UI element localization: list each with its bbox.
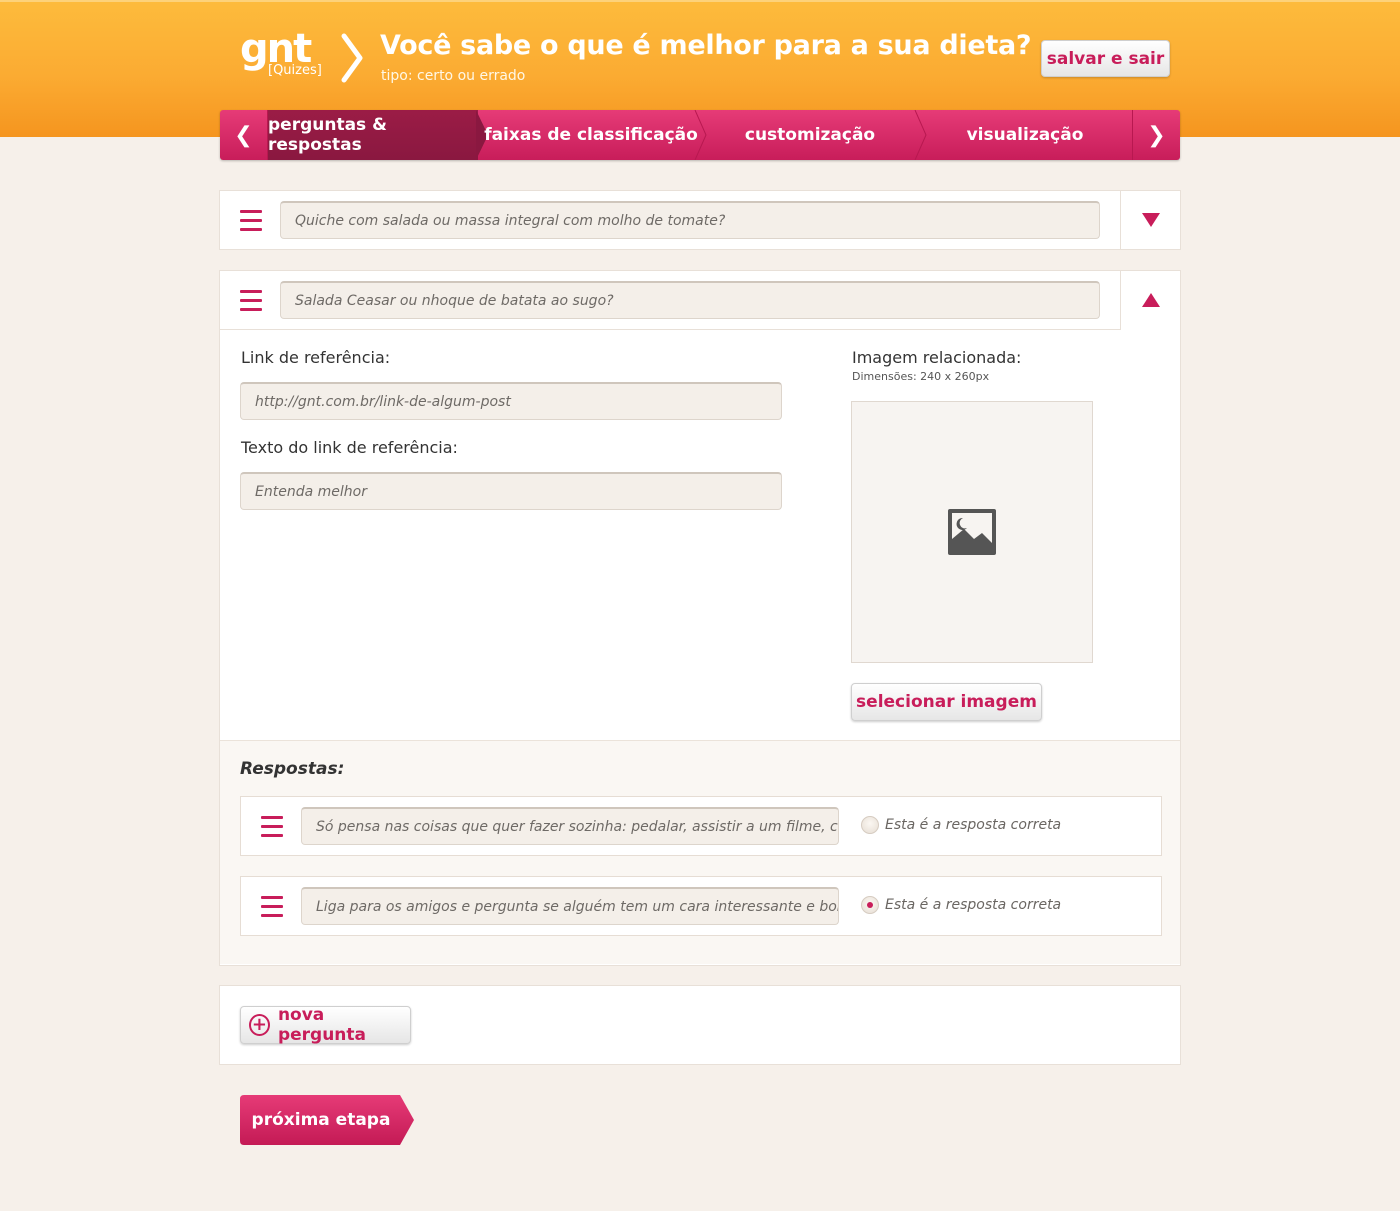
new-question-card: + nova pergunta <box>219 985 1181 1065</box>
radio-button-checked[interactable] <box>861 896 879 914</box>
answers-section: Respostas: Só pensa nas coisas que quer … <box>220 740 1180 964</box>
new-question-button[interactable]: + nova pergunta <box>240 1005 411 1045</box>
tab-label: visualização <box>966 125 1084 145</box>
image-icon <box>948 509 996 555</box>
tab-label: perguntas & respostas <box>268 115 387 155</box>
correct-answer-radio[interactable]: Esta é a resposta correta <box>861 816 1061 834</box>
save-and-exit-button[interactable]: salvar e sair <box>1041 40 1170 77</box>
answer-input[interactable]: Liga para os amigos e pergunta se alguém… <box>301 887 839 925</box>
tab-label: customização <box>744 125 876 145</box>
question-card: Quiche com salada ou massa integral com … <box>219 190 1181 250</box>
answer-input[interactable]: Só pensa nas coisas que quer fazer sozin… <box>301 807 839 845</box>
gnt-logo[interactable]: gnt [Quizes] <box>240 26 322 78</box>
reference-link-input[interactable]: http://gnt.com.br/link-de-algum-post <box>240 382 782 420</box>
tab-customizacao[interactable]: customização <box>700 110 920 160</box>
chevron-left-icon[interactable]: ❮ <box>220 110 268 160</box>
radio-button[interactable] <box>861 816 879 834</box>
tab-label: faixas de classificação <box>484 125 698 145</box>
triangle-down-icon <box>1141 213 1160 227</box>
logo-subtitle: [Quizes] <box>268 63 322 78</box>
drag-handle-icon[interactable] <box>240 210 262 232</box>
answers-heading: Respostas: <box>240 759 345 779</box>
radio-label: Esta é a resposta correta <box>885 897 1062 913</box>
answer-row: Liga para os amigos e pergunta se alguém… <box>240 876 1162 936</box>
next-step-button[interactable]: próxima etapa <box>240 1095 414 1145</box>
quiz-title: Você sabe o que é melhor para a sua diet… <box>380 30 1032 61</box>
question-card-expanded: Salada Ceasar ou nhoque de batata ao sug… <box>219 270 1181 966</box>
new-question-label: nova pergunta <box>277 1005 366 1045</box>
tab-perguntas-respostas[interactable]: perguntas & respostas <box>268 110 478 160</box>
reference-link-label: Link de referência: <box>241 348 391 367</box>
drag-handle-icon[interactable] <box>240 290 262 312</box>
triangle-up-icon <box>1141 293 1160 307</box>
drag-handle-icon[interactable] <box>261 896 283 918</box>
divider <box>220 329 1121 330</box>
chevron-right-icon <box>341 33 363 83</box>
related-image-label: Imagem relacionada: <box>852 348 1022 367</box>
select-image-button[interactable]: selecionar imagem <box>851 683 1042 721</box>
expand-button[interactable] <box>1120 191 1180 249</box>
logo-text: gnt <box>240 26 312 72</box>
chevron-right-icon[interactable]: ❯ <box>1132 110 1180 160</box>
answer-row: Só pensa nas coisas que quer fazer sozin… <box>240 796 1162 856</box>
drag-handle-icon[interactable] <box>261 816 283 838</box>
reference-link-text-input[interactable]: Entenda melhor <box>240 472 782 510</box>
tab-faixas-classificacao[interactable]: faixas de classificação <box>484 110 698 160</box>
question-input[interactable]: Quiche com salada ou massa integral com … <box>280 201 1100 239</box>
plus-circle-icon: + <box>249 1014 270 1036</box>
next-step-label: próxima etapa <box>251 1110 391 1130</box>
question-input[interactable]: Salada Ceasar ou nhoque de batata ao sug… <box>280 281 1100 319</box>
image-placeholder <box>851 401 1093 663</box>
collapse-button[interactable] <box>1120 271 1180 329</box>
correct-answer-radio[interactable]: Esta é a resposta correta <box>861 896 1061 914</box>
tab-visualizacao[interactable]: visualização <box>920 110 1130 160</box>
quiz-type: tipo: certo ou errado <box>381 68 526 84</box>
step-tabs: ❮ perguntas & respostas faixas de classi… <box>220 110 1180 160</box>
radio-label: Esta é a resposta correta <box>885 817 1062 833</box>
reference-link-text-label: Texto do link de referência: <box>241 438 458 457</box>
image-dimensions: Dimensões: 240 x 260px <box>852 370 990 383</box>
